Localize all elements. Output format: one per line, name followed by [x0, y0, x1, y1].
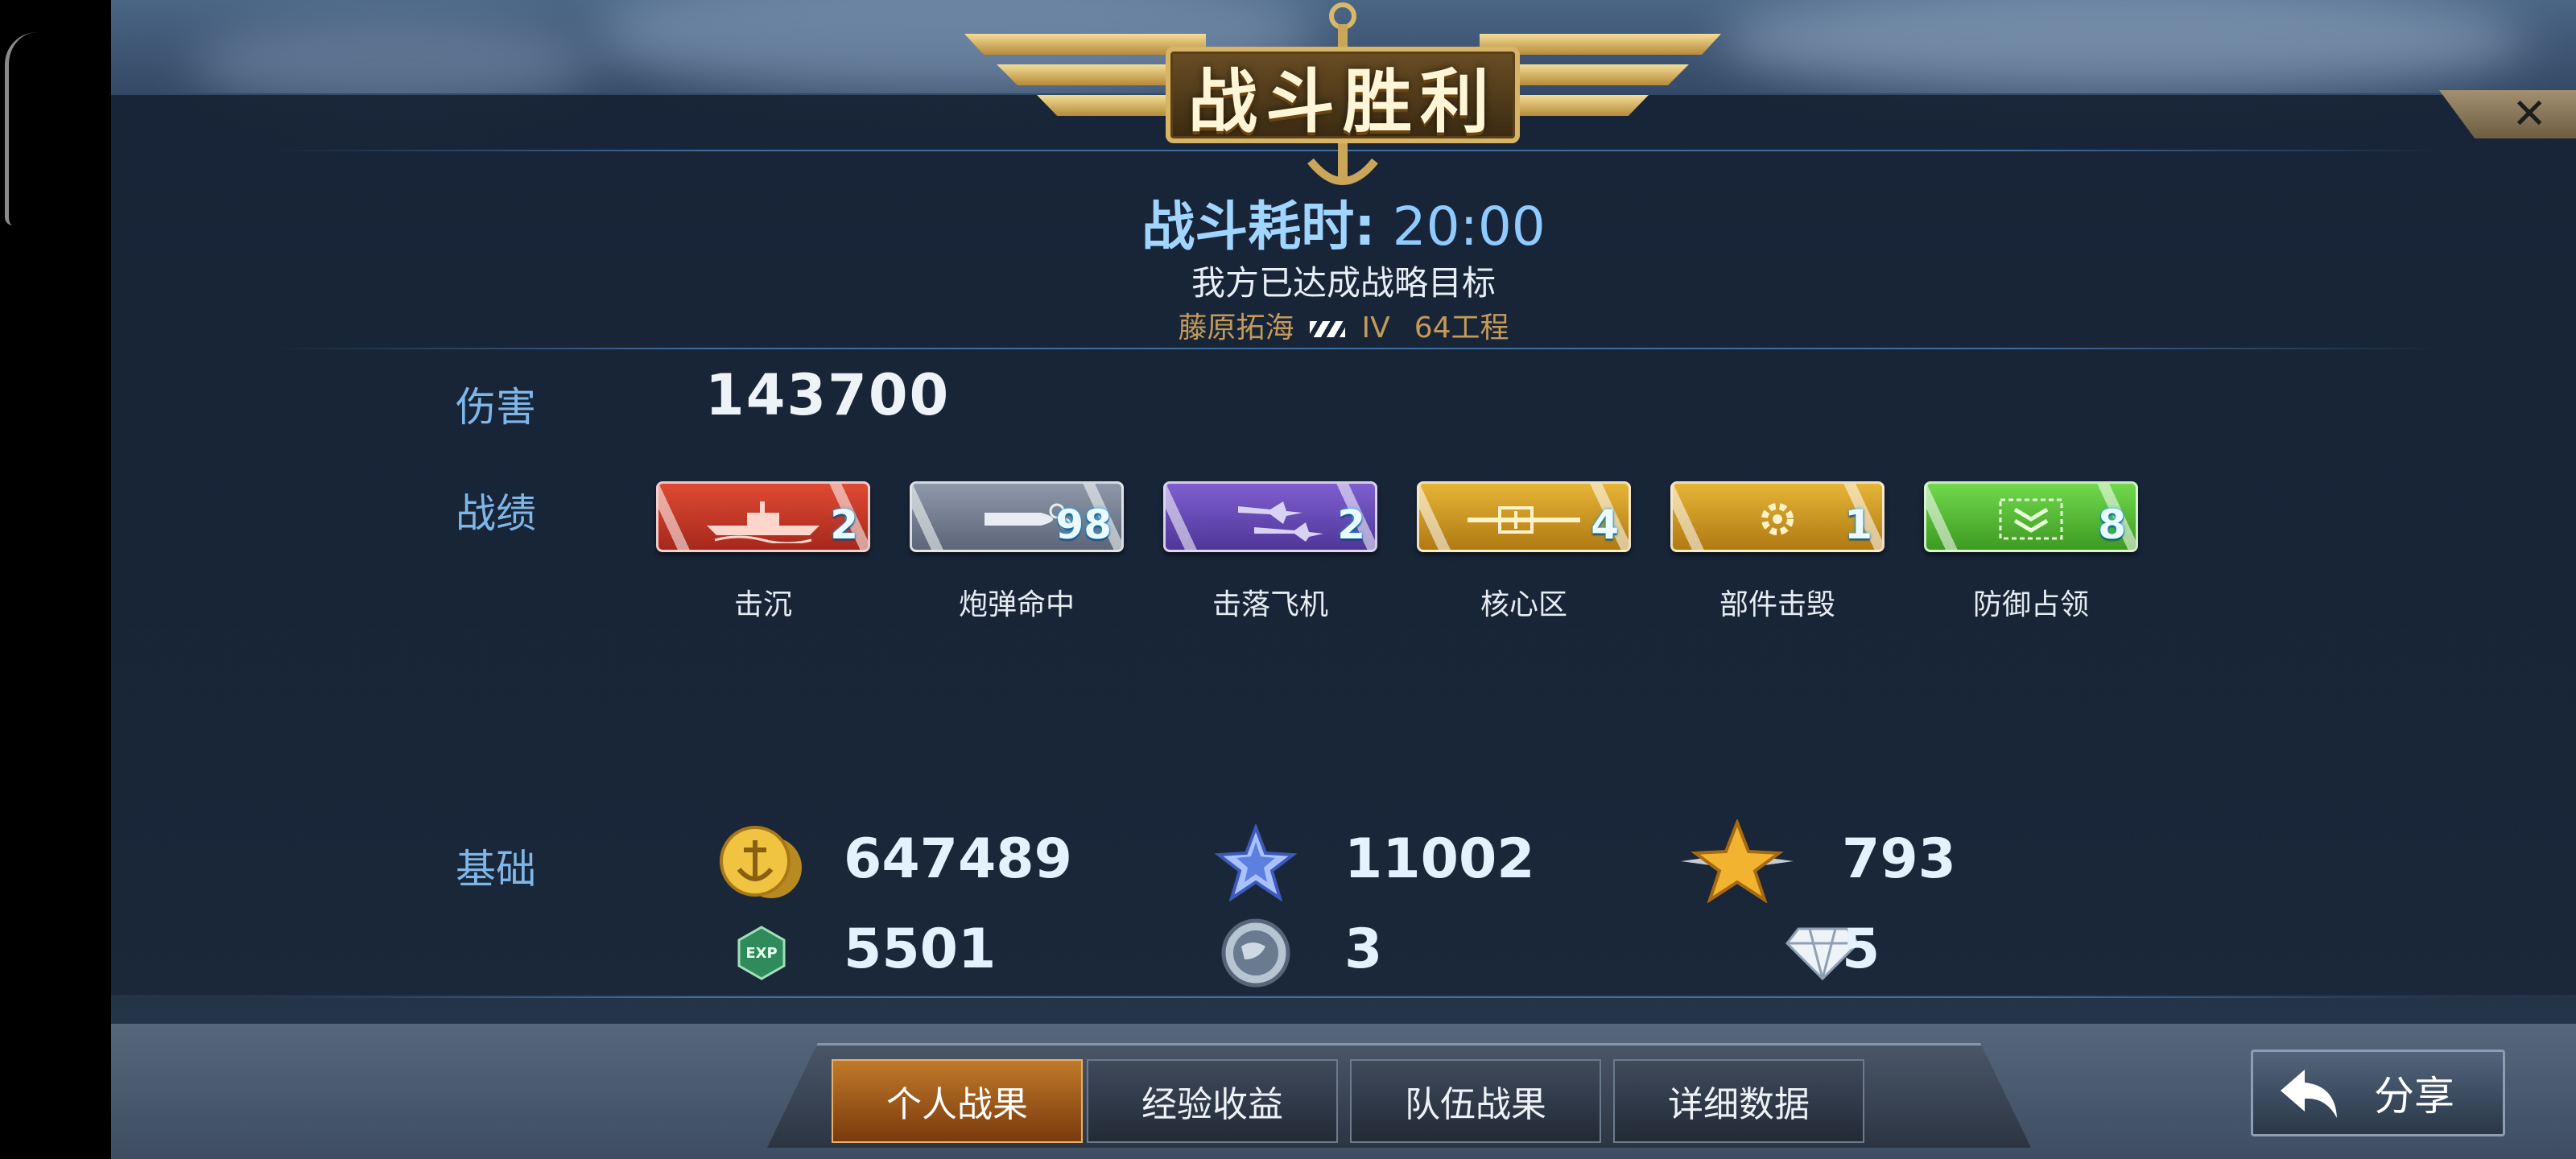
achievement-count: 1	[1844, 501, 1872, 548]
duration-label: 战斗耗时:	[1141, 196, 1376, 258]
device-edge	[5, 32, 37, 225]
gear-icon	[1761, 503, 1794, 535]
blue-star-value: 11002	[1344, 827, 1535, 891]
achievement-label: 击落飞机	[1212, 588, 1328, 621]
achievement-badge-parts[interactable]: 1	[1670, 481, 1885, 552]
ship-name: 64工程	[1414, 311, 1509, 344]
blue-star-icon	[1214, 824, 1298, 901]
tab-personal-results[interactable]: 个人战果	[832, 1059, 1083, 1143]
victory-banner: 战斗胜利	[948, 0, 1737, 201]
share-button[interactable]: 分享	[2251, 1050, 2505, 1136]
achievement-badge-sink[interactable]: 2	[656, 481, 870, 552]
player-info: 藤原拓海 IV 64工程	[111, 304, 2576, 346]
achievement-label: 核心区	[1480, 588, 1567, 621]
objective-text: 我方已达成战略目标	[1191, 263, 1496, 303]
banner-plate: 战斗胜利	[1166, 47, 1520, 143]
player-name: 藤原拓海	[1178, 311, 1294, 344]
achievement-count: 4	[1591, 501, 1619, 548]
globe-value: 3	[1344, 918, 1383, 981]
achievement-count: 2	[830, 501, 858, 548]
gold-star-value: 793	[1842, 827, 1956, 891]
ship-tier: IV	[1361, 311, 1390, 344]
device-bezel	[0, 0, 111, 1159]
damage-value: 143700	[705, 362, 951, 428]
achievement-badge-core[interactable]: 4	[1417, 481, 1631, 552]
tab-detailed-data[interactable]: 详细数据	[1613, 1059, 1864, 1143]
nation-flag-icon	[1310, 321, 1346, 337]
silver-value: 647489	[844, 827, 1072, 891]
plane-icon	[1238, 501, 1323, 542]
achievement-badge-hits[interactable]: 98	[910, 481, 1124, 552]
achievement-badge-planes[interactable]: 2	[1163, 481, 1377, 552]
exp-value: 5501	[844, 918, 997, 981]
damage-label: 伤害	[456, 384, 536, 431]
close-icon: ✕	[2512, 90, 2547, 138]
battle-duration: 战斗耗时: 20:00	[111, 184, 2576, 261]
achievement-label: 击沉	[733, 588, 792, 621]
share-arrow-icon	[2281, 1070, 2337, 1118]
tab-team-results[interactable]: 队伍战果	[1350, 1059, 1601, 1143]
exp-icon: EXP	[737, 926, 786, 980]
achievement-count: 98	[1055, 501, 1112, 548]
achievement-count: 8	[2098, 501, 2126, 548]
core-icon	[1468, 506, 1580, 534]
achievement-label: 部件击毁	[1719, 588, 1835, 621]
achievement-label: 防御占领	[1972, 588, 2089, 621]
achievement-label: 炮弹命中	[958, 588, 1075, 621]
chevron-icon	[1999, 498, 2063, 540]
duration-value: 20:00	[1392, 196, 1546, 258]
achievement-badge-defense[interactable]: 8	[1924, 481, 2138, 552]
ship-icon	[707, 501, 819, 543]
tab-experience[interactable]: 经验收益	[1087, 1059, 1338, 1143]
svg-text:EXP: EXP	[745, 945, 777, 962]
basics-label: 基础	[456, 846, 536, 893]
diamond-value: 5	[1842, 918, 1880, 981]
silver-coin-icon	[720, 826, 802, 898]
battle-result-screen: 战斗胜利 ✕ 战斗耗时: 20:00 我方已达成战略目标 藤原拓海 IV 64工程 …	[111, 0, 2576, 1159]
banner-title: 战斗胜利	[1188, 61, 1497, 142]
globe-icon	[1221, 918, 1290, 988]
share-label: 分享	[2374, 1073, 2454, 1120]
achievements-label: 战绩	[456, 490, 536, 537]
gold-star-icon	[1681, 819, 1794, 903]
achievement-count: 2	[1337, 501, 1365, 548]
